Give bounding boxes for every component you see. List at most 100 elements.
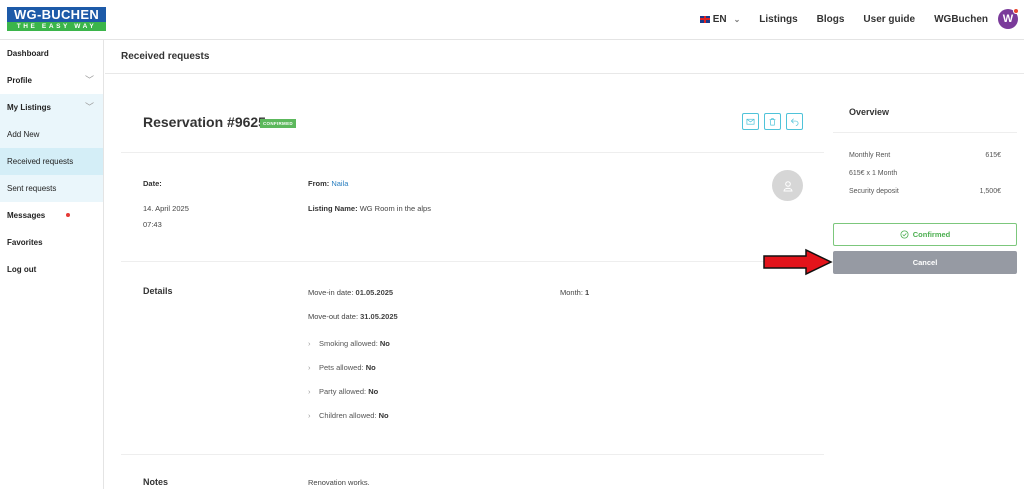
user-icon — [782, 180, 793, 191]
sidebar-item-label: Sent requests — [7, 184, 57, 193]
details-heading: Details — [143, 286, 173, 296]
message-button[interactable] — [742, 113, 759, 130]
amenity-label: Children allowed: — [319, 411, 377, 420]
listing-name-value: WG Room in the alps — [359, 204, 431, 213]
amenity-party[interactable]: › Party allowed: No — [308, 387, 378, 396]
sidebar-item-label: Log out — [7, 265, 37, 274]
move-in-field: Move-in date: 01.05.2025 — [308, 288, 393, 297]
reservation-title: Reservation #9625 — [143, 114, 266, 130]
month-label: Month: — [560, 288, 583, 297]
sidebar-item-label: My Listings — [7, 103, 52, 112]
confirmed-label: Confirmed — [912, 230, 951, 239]
amenity-pets[interactable]: › Pets allowed: No — [308, 363, 376, 372]
overview-row-label: Monthly Rent — [849, 152, 891, 159]
cancel-button[interactable]: Cancel — [833, 251, 1017, 274]
date-label: Date: — [143, 179, 162, 188]
sidebar-item-label: Messages — [7, 211, 46, 220]
avatar-initial: W — [1002, 13, 1014, 25]
divider — [121, 152, 824, 153]
language-label: EN — [712, 13, 727, 25]
amenity-label: Pets allowed: — [319, 363, 364, 372]
nav-listings[interactable]: Listings — [759, 14, 797, 25]
move-out-label: Move-out date: — [308, 312, 359, 321]
cancel-label: Cancel — [912, 258, 938, 267]
envelope-icon — [746, 118, 755, 125]
sidebar-item-label: Add New — [7, 130, 40, 139]
requester-avatar — [772, 170, 803, 201]
amenity-value: No — [378, 411, 389, 420]
divider — [121, 261, 824, 262]
overview-row-value: 1,500€ — [979, 188, 1001, 195]
unread-dot — [66, 213, 70, 217]
sidebar-item-label: Profile — [7, 76, 32, 85]
notes-heading: Notes — [143, 477, 169, 487]
top-header: WG-BUCHEN THE EASY WAY EN ⌄ Listings Blo… — [0, 0, 1024, 40]
nav-blogs[interactable]: Blogs — [817, 14, 845, 25]
sidebar-item-sent-requests[interactable]: Sent requests — [0, 175, 103, 202]
back-button[interactable] — [786, 113, 803, 130]
chevron-right-icon: › — [308, 363, 311, 372]
top-nav: EN ⌄ Listings Blogs User guide WGBuchen … — [699, 0, 1019, 38]
delete-button[interactable] — [764, 113, 781, 130]
listing-name-field: Listing Name: WG Room in the alps — [308, 204, 431, 213]
logo-wordmark: WG-BUCHEN — [7, 7, 106, 22]
amenity-label: Party allowed: — [319, 387, 367, 396]
notes-text: Renovation works. — [308, 478, 370, 487]
move-in-value: 01.05.2025 — [355, 288, 394, 297]
overview-row-label: 615€ x 1 Month — [849, 170, 898, 177]
overview-divider — [833, 132, 1017, 133]
check-circle-icon — [900, 230, 909, 239]
notification-dot — [1013, 8, 1019, 14]
uk-flag-icon — [699, 15, 710, 23]
overview-row-security-deposit: Security deposit 1,500€ — [849, 188, 1001, 195]
chevron-down-icon: ﹀ — [84, 102, 94, 112]
user-avatar[interactable]: W — [998, 8, 1019, 29]
from-user-link[interactable]: Naila — [331, 179, 348, 188]
month-field: Month: 1 — [560, 288, 589, 297]
logo-tagline: THE EASY WAY — [7, 22, 106, 31]
sidebar: Dashboard Profile ﹀ My Listings ﹀ Add New … — [0, 40, 104, 489]
nav-user-name[interactable]: WGBuchen — [934, 14, 988, 25]
amenity-label: Smoking allowed: — [319, 339, 378, 348]
status-badge: CONFIRMED — [260, 119, 296, 128]
red-arrow-annotation — [763, 248, 833, 276]
chevron-down-icon: ⌄ — [733, 14, 741, 24]
sidebar-item-messages[interactable]: Messages — [0, 202, 103, 229]
language-selector[interactable]: EN ⌄ — [699, 13, 741, 25]
overview-row-monthly-rent: Monthly Rent 615€ — [849, 152, 1001, 159]
listing-name-label: Listing Name: — [308, 204, 358, 213]
sidebar-item-label: Dashboard — [7, 49, 49, 58]
chevron-right-icon: › — [308, 387, 311, 396]
amenity-smoking[interactable]: › Smoking allowed: No — [308, 339, 390, 348]
overview-row-rent-calc: 615€ x 1 Month — [849, 170, 1001, 177]
amenity-value: No — [379, 339, 390, 348]
amenity-value: No — [365, 363, 376, 372]
sidebar-item-received-requests[interactable]: Received requests — [0, 148, 103, 175]
page-title: Received requests — [121, 51, 210, 62]
nav-user-guide[interactable]: User guide — [863, 14, 915, 25]
month-value: 1 — [585, 288, 590, 297]
amenity-children[interactable]: › Children allowed: No — [308, 411, 389, 420]
sidebar-item-dashboard[interactable]: Dashboard — [0, 40, 103, 67]
sidebar-item-profile[interactable]: Profile ﹀ — [0, 67, 103, 94]
wg-buchen-logo[interactable]: WG-BUCHEN THE EASY WAY — [7, 7, 106, 31]
divider — [121, 454, 824, 455]
chevron-down-icon: ﹀ — [84, 75, 94, 85]
sidebar-item-label: Favorites — [7, 238, 43, 247]
sidebar-item-favorites[interactable]: Favorites — [0, 229, 103, 256]
trash-icon — [769, 118, 776, 126]
move-out-value: 31.05.2025 — [360, 312, 398, 321]
sidebar-item-log-out[interactable]: Log out — [0, 256, 103, 283]
from-field: From: Naila — [308, 179, 348, 188]
page-title-bar: Received requests — [105, 40, 1024, 74]
chevron-right-icon: › — [308, 411, 311, 420]
overview-row-label: Security deposit — [849, 188, 899, 195]
move-in-label: Move-in date: — [308, 288, 354, 297]
overview-row-value: 615€ — [985, 152, 1001, 159]
sidebar-item-my-listings[interactable]: My Listings ﹀ — [0, 94, 103, 121]
sidebar-item-add-new[interactable]: Add New — [0, 121, 103, 148]
confirmed-button[interactable]: Confirmed — [833, 223, 1017, 246]
time-value: 07:43 — [143, 220, 162, 229]
sidebar-item-label: Received requests — [7, 157, 74, 166]
overview-title: Overview — [849, 107, 890, 117]
